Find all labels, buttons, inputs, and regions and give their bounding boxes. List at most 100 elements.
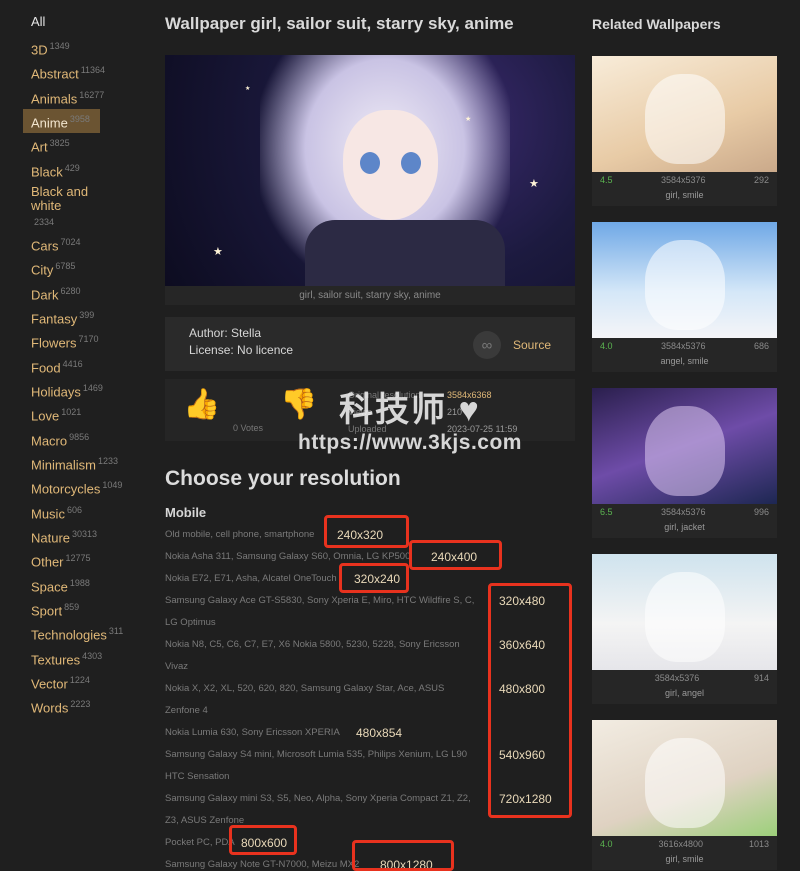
preview-eye-right [401,152,421,174]
download-count: 914 [753,673,769,683]
category-count: 1988 [69,577,90,588]
category-food[interactable]: Food 4416 [0,354,150,378]
related-thumbnail[interactable] [592,388,777,504]
category-count: 3825 [49,138,70,149]
rating: 4.0 [600,341,613,351]
preview-eye-left [360,152,380,174]
source-label: Source [512,338,551,352]
link-icon: ∞ [472,331,501,359]
category-animals[interactable]: Animals 16277 [0,85,150,109]
related-card[interactable]: 3584x5376 914 girl, angel [592,554,777,704]
views-value: 210 [447,407,463,417]
category-anime[interactable]: Anime 3958 [23,108,100,134]
preview-figure [644,406,725,496]
category-sport[interactable]: Sport 859 [0,597,150,621]
category-dark[interactable]: Dark 6280 [0,281,150,305]
category-macro[interactable]: Macro 9856 [0,427,150,451]
category-count: 4416 [62,358,83,369]
author-info: Author: Stella License: No licence ∞ Sou… [165,317,575,371]
card-tags: girl, smile [665,854,704,864]
category-count: 11364 [80,65,106,76]
category-fantasy[interactable]: Fantasy 399 [0,305,150,329]
related-thumbnail[interactable] [592,720,777,836]
category-vector[interactable]: Vector 1224 [0,670,150,694]
related-card[interactable]: 4.0 3616x4800 1013 girl, smile [592,720,777,870]
category-flowers[interactable]: Flowers 7170 [0,329,150,353]
resolution-link-480x854[interactable]: 480x854 [356,722,402,744]
category-black-and-white[interactable]: Black and white 2334 [0,182,120,232]
category-words[interactable]: Words 2223 [0,694,150,718]
category-count: 311 [108,626,124,637]
category-count: 2223 [70,699,91,710]
category-count: 7024 [60,236,81,247]
related-card[interactable]: 6.5 3584x5376 996 girl, jacket [592,388,777,538]
category-count: 2334 [34,216,55,227]
star-icon: ★ [465,116,472,123]
category-art[interactable]: Art 3825 [0,133,150,157]
category-count: 30313 [72,528,98,539]
category-count: 12775 [65,553,91,564]
card-tags: girl, smile [665,190,704,200]
category-black[interactable]: Black 429 [0,158,150,182]
download-count: 686 [753,341,769,351]
vote-count: 0 Votes [233,423,264,433]
category-count: 7170 [78,334,99,345]
star-icon: ★ [245,86,251,92]
preview-caption: girl, sailor suit, starry sky, anime [165,286,575,305]
category-count: 1224 [69,674,90,685]
category-minimalism[interactable]: Minimalism 1233 [0,451,150,475]
category-city[interactable]: City 6785 [0,256,150,280]
highlight-box [339,563,409,593]
image-size: 3584x5376 [660,175,706,185]
download-count: 292 [753,175,769,185]
thumbs-down-icon[interactable]: 👎 [280,387,317,422]
category-3d[interactable]: 3D 1349 [0,36,150,60]
page-title: Wallpaper girl, sailor suit, starry sky,… [165,14,514,33]
image-size: 3584x5376 [660,341,706,351]
category-count: 4303 [82,650,103,661]
star-icon: ★ [529,178,539,190]
category-all[interactable]: All [0,12,150,32]
original-resolution-label: Original resolution [348,390,421,400]
category-technologies[interactable]: Technologies 311 [0,621,150,645]
card-tags: angel, smile [660,356,709,366]
source-link[interactable]: ∞ Source [472,331,551,359]
category-holidays[interactable]: Holidays 1469 [0,378,150,402]
preview-figure [644,74,725,164]
download-count: 996 [753,507,769,517]
category-count: 1349 [49,41,70,51]
category-textures[interactable]: Textures 4303 [0,646,150,670]
category-motorcycles[interactable]: Motorcycles 1049 [0,475,150,499]
category-love[interactable]: Love 1021 [0,402,150,426]
category-cars[interactable]: Cars 7024 [0,232,150,256]
category-count: 3958 [69,113,90,124]
related-thumbnail[interactable] [592,554,777,670]
related-thumbnail[interactable] [592,56,777,172]
preview-figure [644,738,725,828]
category-count: 399 [79,309,95,320]
star-icon: ★ [213,246,223,258]
category-space[interactable]: Space 1988 [0,573,150,597]
related-thumbnail[interactable] [592,222,777,338]
views-label: Views [348,407,372,417]
category-count: 9856 [69,431,90,442]
category-other[interactable]: Other 12775 [0,548,150,572]
category-count: 606 [66,504,82,515]
highlight-box [488,583,572,818]
related-card[interactable]: 4.0 3584x5376 686 angel, smile [592,222,777,372]
category-count: 1233 [98,455,119,466]
download-count: 1013 [748,839,769,849]
category-count: 1049 [102,480,123,491]
category-nature[interactable]: Nature 30313 [0,524,150,548]
category-music[interactable]: Music 606 [0,500,150,524]
rating: 6.5 [600,507,613,517]
preview-face [343,110,438,220]
wallpaper-preview[interactable]: ★ ★ ★ ★ [165,55,575,286]
category-count: 1021 [61,407,82,418]
category-abstract[interactable]: Abstract 11364 [0,60,150,84]
uploaded-value: 2023-07-25 11:59 [447,424,518,434]
card-tags: girl, angel [664,688,705,698]
thumbs-up-icon[interactable]: 👍 [183,387,220,422]
preview-figure [644,572,725,662]
related-card[interactable]: 4.5 3584x5376 292 girl, smile [592,56,777,206]
